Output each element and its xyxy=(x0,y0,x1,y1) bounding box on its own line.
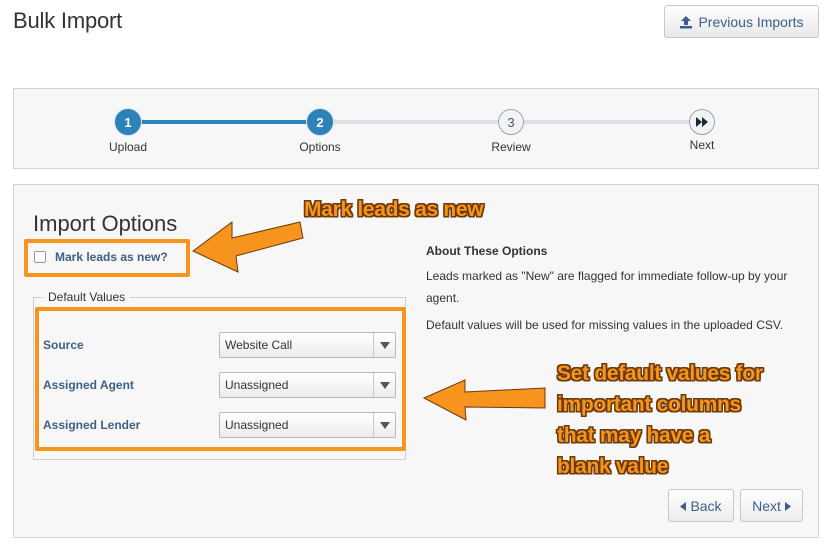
callout-arrows xyxy=(192,221,546,421)
callout-defaults-line-1: Set default values for xyxy=(557,362,763,385)
arrow-to-mark-new xyxy=(192,221,304,273)
callout-mark-leads-new: Mark leads as new xyxy=(304,198,484,221)
callout-defaults-line-2: important columns xyxy=(557,393,741,416)
arrow-to-defaults xyxy=(422,379,546,421)
callout-defaults-line-3: that may have a xyxy=(557,424,711,447)
callout-defaults-line-4: blank value xyxy=(557,455,669,478)
